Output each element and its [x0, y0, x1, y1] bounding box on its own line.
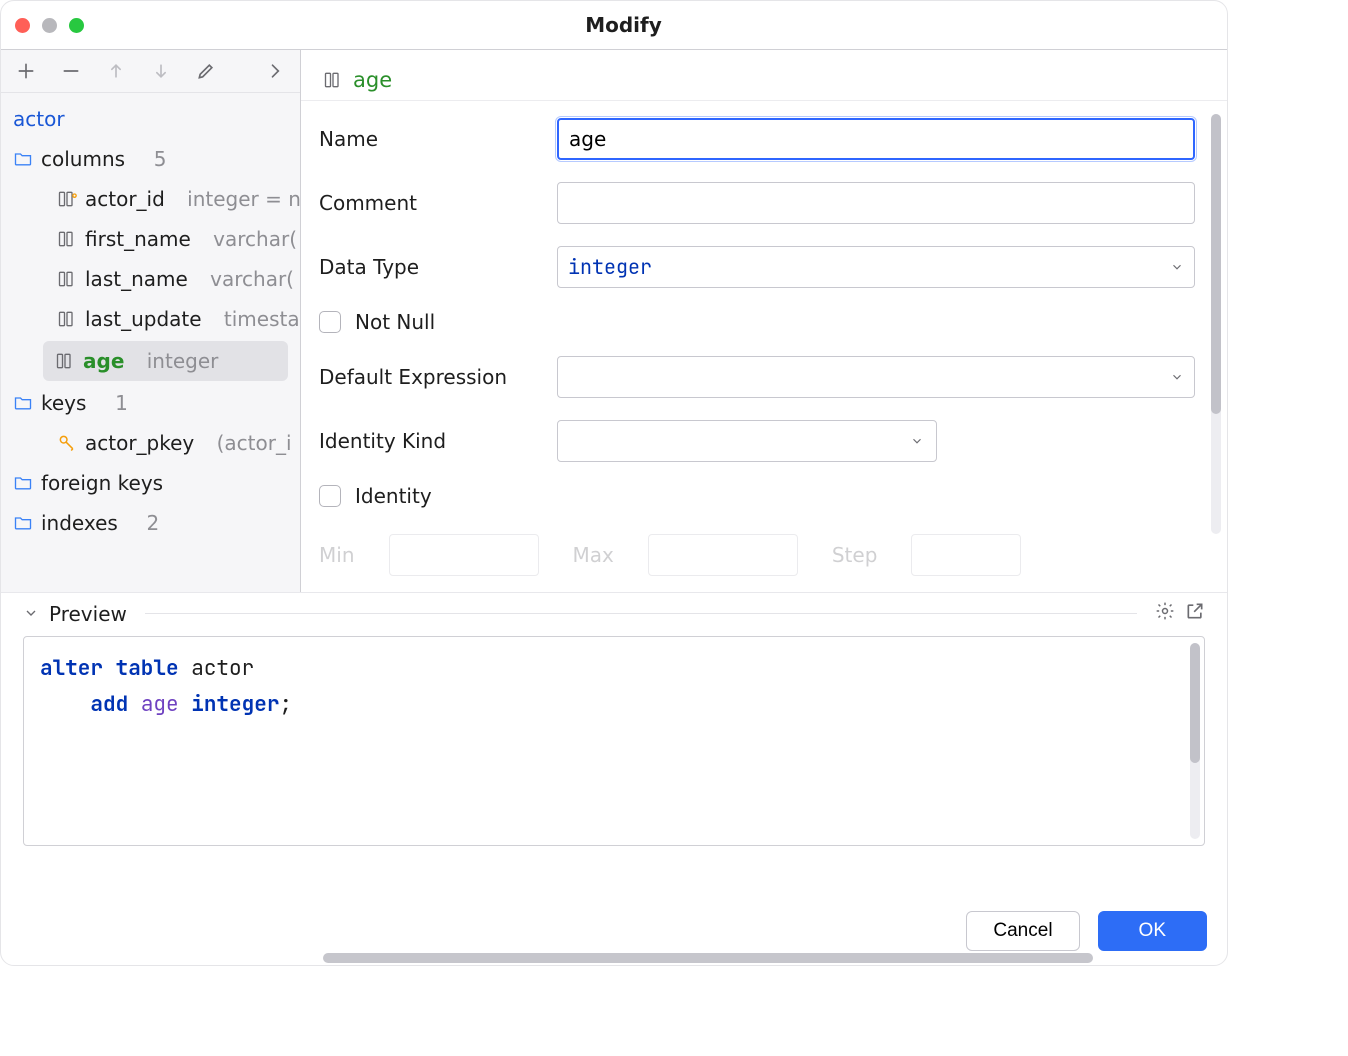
min-input[interactable] [389, 534, 539, 576]
title-bar: Modify [1, 1, 1227, 49]
column-name: last_update [85, 299, 202, 339]
group-label: keys [41, 383, 86, 423]
defaultexpr-combobox[interactable] [557, 356, 1195, 398]
ok-button[interactable]: OK [1098, 911, 1207, 951]
identity-label: Identity [355, 484, 432, 508]
dialog-footer: Cancel OK [966, 911, 1207, 951]
identitykind-label: Identity Kind [319, 429, 549, 453]
min-label: Min [319, 543, 355, 567]
sql-preview[interactable]: alter table actor add age integer; [23, 636, 1205, 846]
preview-section: Preview alter table actor add age intege… [1, 593, 1227, 846]
remove-icon[interactable] [60, 60, 81, 82]
chevron-down-icon [1170, 365, 1184, 389]
chevron-down-icon[interactable] [23, 602, 39, 626]
column-type: integer = n [187, 179, 301, 219]
defaultexpr-label: Default Expression [319, 365, 549, 389]
tree-root[interactable]: actor [3, 99, 298, 139]
column-type: integer [147, 341, 219, 381]
tree-group-keys[interactable]: keys 1 [3, 383, 298, 423]
column-name: actor_id [85, 179, 165, 219]
window-title: Modify [34, 13, 1213, 37]
tree-root-label: actor [13, 99, 65, 139]
key-name: actor_pkey [85, 423, 194, 463]
identity-range-row: Min Max Step [319, 534, 1195, 576]
column-type: timesta [224, 299, 300, 339]
comment-label: Comment [319, 191, 549, 215]
step-label: Step [832, 543, 878, 567]
max-input[interactable] [648, 534, 798, 576]
name-label: Name [319, 127, 549, 151]
tree-group-columns[interactable]: columns 5 [3, 139, 298, 179]
chevron-down-icon [1170, 254, 1184, 280]
group-count: 1 [115, 383, 128, 423]
identitykind-select[interactable] [557, 420, 937, 462]
max-label: Max [573, 543, 614, 567]
column-name: first_name [85, 219, 191, 259]
preview-scrollbar[interactable] [1190, 643, 1200, 839]
cancel-button[interactable]: Cancel [966, 911, 1079, 951]
column-type: varchar( [210, 259, 294, 299]
preview-label: Preview [49, 602, 127, 626]
column-icon [323, 70, 343, 90]
tree-toolbar [1, 50, 300, 93]
open-external-icon[interactable] [1185, 601, 1205, 626]
notnull-label: Not Null [355, 310, 435, 334]
tree-column-item[interactable]: last_name varchar( [3, 259, 298, 299]
column-pk-icon [57, 189, 77, 209]
chevron-down-icon [910, 429, 924, 453]
identity-checkbox[interactable] [319, 485, 341, 507]
group-label: columns [41, 139, 125, 179]
folder-icon [13, 513, 33, 533]
breadcrumb-column-name: age [353, 68, 392, 92]
move-up-icon [105, 60, 126, 82]
add-icon[interactable] [15, 60, 36, 82]
chevron-right-icon[interactable] [265, 60, 286, 82]
folder-icon [13, 393, 33, 413]
datatype-combobox[interactable]: integer [557, 246, 1195, 288]
edit-icon[interactable] [196, 60, 217, 82]
form-vertical-scrollbar[interactable] [1211, 114, 1221, 534]
structure-tree-panel: actor columns 5 actor_id integer = n fir… [1, 50, 301, 592]
group-count: 2 [147, 503, 160, 543]
tree-column-item[interactable]: last_update timesta [3, 299, 298, 339]
tree-list[interactable]: actor columns 5 actor_id integer = n fir… [1, 93, 300, 549]
folder-icon [13, 473, 33, 493]
notnull-checkbox[interactable] [319, 311, 341, 333]
group-count: 5 [154, 139, 167, 179]
tree-column-item[interactable]: actor_id integer = n [3, 179, 298, 219]
close-window-button[interactable] [15, 18, 30, 33]
move-down-icon [151, 60, 172, 82]
comment-input[interactable] [557, 182, 1195, 224]
group-label: foreign keys [41, 463, 163, 503]
tree-column-item-selected[interactable]: age integer [43, 341, 288, 381]
gear-icon[interactable] [1155, 601, 1175, 626]
key-detail: (actor_i [217, 423, 292, 463]
column-icon [55, 351, 75, 371]
group-label: indexes [41, 503, 118, 543]
tree-column-item[interactable]: first_name varchar( [3, 219, 298, 259]
column-type: varchar( [213, 219, 297, 259]
folder-icon [13, 149, 33, 169]
tree-group-fkeys[interactable]: foreign keys [3, 463, 298, 503]
datatype-label: Data Type [319, 255, 549, 279]
form-horizontal-scrollbar[interactable] [323, 953, 1093, 963]
datatype-value: integer [568, 254, 652, 280]
tree-key-item[interactable]: actor_pkey (actor_i [3, 423, 298, 463]
tree-group-indexes[interactable]: indexes 2 [3, 503, 298, 543]
name-input[interactable] [557, 118, 1195, 160]
column-icon [57, 309, 77, 329]
step-input[interactable] [911, 534, 1021, 576]
form-panel: age Name Comment Data Type integer No [301, 50, 1227, 592]
column-name: last_name [85, 259, 188, 299]
column-icon [57, 229, 77, 249]
column-name: age [83, 341, 124, 381]
column-icon [57, 269, 77, 289]
key-icon [57, 433, 77, 453]
